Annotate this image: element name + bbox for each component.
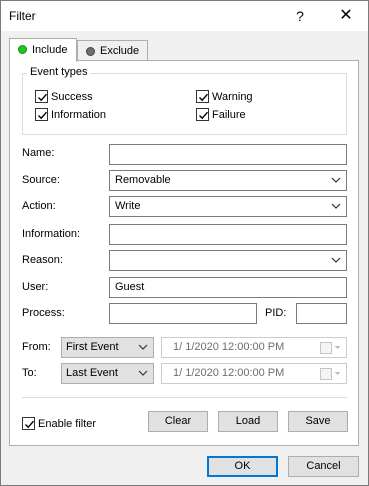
window-title: Filter — [9, 9, 36, 23]
failure-checkbox[interactable] — [196, 108, 209, 121]
divider — [22, 397, 347, 398]
to-datetime-picker[interactable]: 1/ 1/2020 12:00:00 PM — [161, 363, 347, 384]
success-label: Success — [51, 91, 93, 103]
chevron-down-icon — [334, 372, 341, 375]
to-select[interactable]: Last Event — [61, 363, 154, 384]
green-dot-icon — [18, 45, 27, 54]
source-label: Source: — [22, 174, 60, 186]
chevron-down-icon — [331, 257, 341, 263]
enable-filter-checkbox[interactable] — [22, 417, 35, 430]
close-button[interactable]: ✕ — [331, 5, 361, 27]
process-input[interactable] — [109, 303, 257, 324]
tab-exclude[interactable]: Exclude — [77, 40, 148, 62]
tab-include[interactable]: Include — [9, 38, 77, 62]
chevron-down-icon — [331, 177, 341, 183]
reason-combo[interactable] — [109, 250, 347, 271]
gray-dot-icon — [86, 47, 95, 56]
user-input[interactable]: Guest — [109, 277, 347, 298]
information-field-label: Information: — [22, 228, 81, 240]
to-select-value: Last Event — [66, 367, 118, 379]
calendar-icon — [320, 342, 332, 354]
enable-filter-label: Enable filter — [38, 418, 97, 430]
tab-include-label: Include — [32, 44, 68, 56]
success-checkbox[interactable] — [35, 90, 48, 103]
from-datetime-picker[interactable]: 1/ 1/2020 12:00:00 PM — [161, 337, 347, 358]
action-label: Action: — [22, 200, 56, 212]
checkmark-icon — [25, 420, 35, 429]
user-label: User: — [22, 281, 49, 293]
from-datetime-value: 1/ 1/2020 12:00:00 PM — [173, 341, 285, 353]
name-input[interactable] — [109, 144, 347, 165]
save-button[interactable]: Save — [288, 411, 348, 432]
information-checkbox[interactable] — [35, 108, 48, 121]
pid-input[interactable] — [296, 303, 347, 324]
cancel-button[interactable]: Cancel — [288, 456, 359, 477]
warning-label: Warning — [212, 91, 253, 103]
help-button[interactable]: ? — [285, 5, 315, 27]
source-value: Removable — [115, 174, 171, 186]
name-label: Name: — [22, 147, 55, 159]
checkmark-icon — [38, 93, 48, 102]
to-datetime-value: 1/ 1/2020 12:00:00 PM — [173, 367, 285, 379]
information-label: Information — [51, 109, 107, 121]
warning-checkbox[interactable] — [196, 90, 209, 103]
event-types-title: Event types — [27, 66, 91, 78]
checkmark-icon — [199, 111, 209, 120]
action-value: Write — [115, 200, 141, 212]
pid-label: PID: — [265, 307, 287, 319]
chevron-down-icon — [138, 370, 148, 376]
checkmark-icon — [199, 93, 209, 102]
process-label: Process: — [22, 307, 65, 319]
ok-button[interactable]: OK — [207, 456, 278, 477]
chevron-down-icon — [334, 346, 341, 349]
calendar-icon — [320, 368, 332, 380]
source-combo[interactable]: Removable — [109, 170, 347, 191]
from-select[interactable]: First Event — [61, 337, 154, 358]
title-bar: Filter ? ✕ — [1, 1, 368, 31]
from-select-value: First Event — [66, 341, 119, 353]
chevron-down-icon — [331, 203, 341, 209]
chevron-down-icon — [138, 344, 148, 350]
reason-label: Reason: — [22, 254, 63, 266]
load-button[interactable]: Load — [218, 411, 278, 432]
checkmark-icon — [38, 111, 48, 120]
clear-button[interactable]: Clear — [148, 411, 208, 432]
failure-label: Failure — [212, 109, 246, 121]
action-combo[interactable]: Write — [109, 196, 347, 217]
to-label: To: — [22, 367, 37, 379]
tab-exclude-label: Exclude — [100, 45, 140, 57]
from-label: From: — [22, 341, 51, 353]
information-input[interactable] — [109, 224, 347, 245]
event-types-group — [22, 73, 347, 135]
